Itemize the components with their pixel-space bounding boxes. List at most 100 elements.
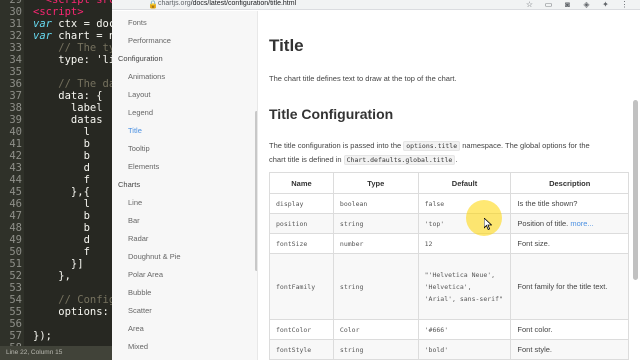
options-table: Name Type Default Description display bo… bbox=[269, 172, 629, 360]
puzzle-icon[interactable]: ✦ bbox=[601, 0, 610, 9]
line-number: 44 bbox=[9, 174, 22, 186]
cell-name: fontSize bbox=[269, 233, 334, 254]
sidebar-item-legend[interactable]: Legend bbox=[128, 108, 153, 117]
code-token: b bbox=[33, 138, 90, 150]
code-token: ctx = docu bbox=[58, 18, 112, 30]
code-text: d bbox=[33, 234, 90, 246]
table-row: display boolean false Is the title shown… bbox=[269, 193, 629, 214]
code-token: l bbox=[33, 126, 90, 138]
cell-default: 12 bbox=[417, 233, 512, 254]
code-line: 41 b bbox=[0, 138, 112, 150]
code-line: 56 bbox=[0, 318, 112, 330]
code-text: // Config bbox=[33, 294, 112, 306]
more-link[interactable]: more... bbox=[570, 219, 593, 228]
line-number: 49 bbox=[9, 234, 22, 246]
shield-icon[interactable]: ◈ bbox=[582, 0, 591, 9]
sidebar-item-elements[interactable]: Elements bbox=[128, 162, 159, 171]
cell-name: fontFamily bbox=[269, 253, 334, 320]
sidebar-item-tooltip[interactable]: Tooltip bbox=[128, 144, 150, 153]
address-bar[interactable]: 🔒 chartjs.org/docs/latest/configuration/… bbox=[112, 0, 640, 10]
lock-icon: 🔒 bbox=[148, 0, 158, 9]
line-number: 38 bbox=[9, 102, 22, 114]
editor-status-bar: Line 22, Column 15 bbox=[0, 346, 112, 360]
code-line: 57}); bbox=[0, 330, 112, 342]
config-text-3: chart title is defined in bbox=[269, 155, 342, 164]
inline-code-options-title: options.title bbox=[403, 141, 461, 151]
config-text-1: The title configuration is passed into t… bbox=[269, 141, 402, 150]
sidebar-item-area[interactable]: Area bbox=[128, 324, 144, 333]
code-token: chart = n bbox=[51, 30, 112, 42]
sidebar-item-line[interactable]: Line bbox=[128, 198, 142, 207]
code-text: var chart = n bbox=[33, 30, 112, 42]
cell-type: boolean bbox=[332, 193, 419, 214]
sidebar-item-scatter[interactable]: Scatter bbox=[128, 306, 152, 315]
cell-description: Font style. bbox=[510, 339, 629, 360]
sidebar-section-configuration[interactable]: Configuration bbox=[118, 54, 163, 63]
code-text: <script> bbox=[33, 6, 84, 18]
code-editor[interactable]: 29 <script src=30<script>31var ctx = doc… bbox=[0, 0, 112, 360]
page-scrollbar[interactable] bbox=[633, 100, 638, 280]
table-row: fontStyle string 'bold' Font style. bbox=[269, 339, 629, 360]
line-number: 31 bbox=[9, 18, 22, 30]
url-host: chartjs.org bbox=[158, 0, 191, 7]
code-text: datas bbox=[33, 114, 103, 126]
line-number: 46 bbox=[9, 198, 22, 210]
url-text[interactable]: chartjs.org/docs/latest/configuration/ti… bbox=[158, 0, 296, 8]
sidebar-item-animations[interactable]: Animations bbox=[128, 72, 165, 81]
code-text: options: bbox=[33, 306, 112, 318]
sidebar-section-charts[interactable]: Charts bbox=[118, 180, 140, 189]
code-text: f bbox=[33, 174, 90, 186]
extension-icon[interactable]: ▭ bbox=[544, 0, 553, 9]
sidebar-item-polar-area[interactable]: Polar Area bbox=[128, 270, 163, 279]
line-number: 48 bbox=[9, 222, 22, 234]
sidebar-item-fonts[interactable]: Fonts bbox=[128, 18, 147, 27]
code-line: 54 // Config bbox=[0, 294, 112, 306]
code-token: f bbox=[33, 174, 90, 186]
code-text: }, bbox=[33, 270, 71, 282]
cell-name: position bbox=[269, 213, 334, 234]
sidebar-item-doughnut-pie[interactable]: Doughnut & Pie bbox=[128, 252, 181, 261]
code-line: 55 options: bbox=[0, 306, 112, 318]
code-text: l bbox=[33, 198, 90, 210]
code-line: 53 bbox=[0, 282, 112, 294]
sidebar-item-title[interactable]: Title bbox=[128, 126, 142, 135]
line-number: 54 bbox=[9, 294, 22, 306]
code-token: },{ bbox=[33, 186, 90, 198]
table-row: fontColor Color '#666' Font color. bbox=[269, 319, 629, 340]
cell-description: Font family for the title text. bbox=[510, 253, 629, 320]
line-number: 53 bbox=[9, 282, 22, 294]
code-line: 46 l bbox=[0, 198, 112, 210]
sidebar-item-bubble[interactable]: Bubble bbox=[128, 288, 151, 297]
cell-description: Position of title. more... bbox=[510, 213, 629, 234]
code-token: // The ty bbox=[33, 42, 112, 54]
code-line: 48 b bbox=[0, 222, 112, 234]
code-line: 37 data: { bbox=[0, 90, 112, 102]
table-row: fontFamily string "'Helvetica Neue', 'He… bbox=[269, 253, 629, 320]
code-token: label bbox=[33, 102, 103, 114]
code-line: 38 label bbox=[0, 102, 112, 114]
docs-sidebar: Fonts Performance Configuration Animations L… bbox=[112, 11, 258, 360]
code-token: data: { bbox=[33, 90, 103, 102]
camera-icon[interactable]: ◙ bbox=[563, 0, 572, 9]
cell-type: string bbox=[332, 213, 419, 234]
code-text: // The da bbox=[33, 78, 112, 90]
menu-icon[interactable]: ⋮ bbox=[620, 0, 629, 9]
sidebar-item-radar[interactable]: Radar bbox=[128, 234, 148, 243]
url-path: /docs/latest/configuration/title.html bbox=[190, 0, 297, 7]
line-number: 32 bbox=[9, 30, 22, 42]
sidebar-item-performance[interactable]: Performance bbox=[128, 36, 171, 45]
code-line: 35 bbox=[0, 66, 112, 78]
code-token: b bbox=[33, 222, 90, 234]
code-text: f bbox=[33, 246, 90, 258]
line-number: 34 bbox=[9, 54, 22, 66]
code-line: 47 b bbox=[0, 210, 112, 222]
code-token: var bbox=[33, 30, 52, 42]
star-icon[interactable]: ☆ bbox=[525, 0, 534, 9]
code-line: 50 f bbox=[0, 246, 112, 258]
sidebar-item-layout[interactable]: Layout bbox=[128, 90, 151, 99]
code-line: 45 },{ bbox=[0, 186, 112, 198]
sidebar-item-bar[interactable]: Bar bbox=[128, 216, 140, 225]
code-line: 44 f bbox=[0, 174, 112, 186]
cell-name: fontColor bbox=[269, 319, 334, 340]
sidebar-item-mixed[interactable]: Mixed bbox=[128, 342, 148, 351]
